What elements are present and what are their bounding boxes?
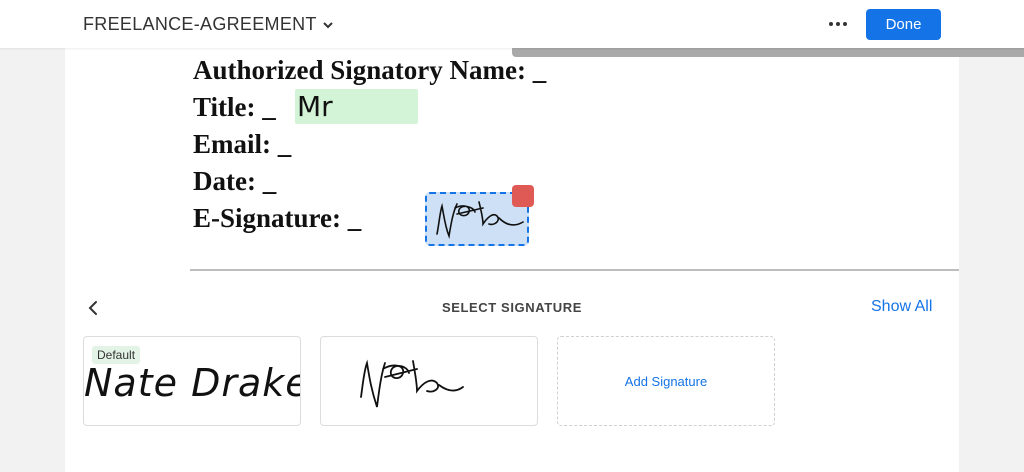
doc-line-esignature: E-Signature: _	[193, 203, 362, 233]
add-signature-label: Add Signature	[624, 373, 708, 389]
show-all-link[interactable]: Show All	[871, 298, 932, 316]
drawn-signature	[360, 359, 464, 408]
horizontal-scrollbar[interactable]	[512, 48, 1024, 57]
signature-card-drawn[interactable]	[320, 336, 538, 426]
more-options-button[interactable]	[826, 12, 850, 36]
chevron-down-icon	[323, 18, 333, 32]
delete-signature-button[interactable]	[512, 185, 534, 207]
doc-line-signatory-name: Authorized Signatory Name: _	[193, 55, 547, 85]
add-signature-button[interactable]: Add Signature	[557, 336, 775, 426]
document-title-dropdown[interactable]: FREELANCE-AGREEMENT	[83, 14, 333, 35]
done-button[interactable]: Done	[866, 9, 941, 40]
typed-signature: Nate Drake	[84, 361, 301, 405]
signature-card-default[interactable]: Default Nate Drake	[83, 336, 301, 426]
doc-line-title: Title: _	[193, 92, 276, 122]
more-horizontal-icon	[829, 22, 833, 26]
page-divider	[190, 269, 959, 271]
title-field[interactable]: Mr	[295, 89, 418, 124]
top-toolbar: FREELANCE-AGREEMENT Done	[0, 0, 1024, 48]
document-title: FREELANCE-AGREEMENT	[83, 14, 317, 34]
doc-line-email: Email: _	[193, 129, 292, 159]
doc-line-date: Date: _	[193, 166, 277, 196]
